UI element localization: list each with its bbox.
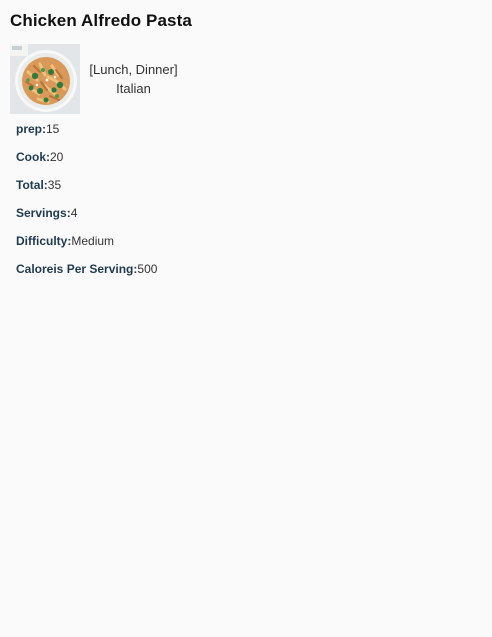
meal-type-text: [Lunch, Dinner] bbox=[89, 62, 178, 77]
stat-value: 35 bbox=[47, 178, 62, 192]
stat-label: Cook: bbox=[16, 150, 50, 164]
cuisine-text: Italian bbox=[116, 81, 151, 96]
stat-value: Medium bbox=[71, 234, 115, 248]
stat-value: 15 bbox=[46, 122, 60, 136]
recipe-header: [Lunch, Dinner] Italian bbox=[10, 44, 180, 114]
recipe-stats-list: prep:15 Cook:20 Total:35 Servings:4 Diff… bbox=[16, 121, 157, 289]
recipe-title: Chicken Alfredo Pasta bbox=[10, 11, 192, 30]
stat-servings: Servings:4 bbox=[16, 205, 157, 233]
stat-label: Servings: bbox=[16, 206, 71, 220]
recipe-meta: [Lunch, Dinner] Italian bbox=[87, 60, 180, 98]
stat-total: Total:35 bbox=[16, 177, 157, 205]
stat-value: 20 bbox=[50, 150, 64, 164]
stat-cook: Cook:20 bbox=[16, 149, 157, 177]
stat-label: prep: bbox=[16, 122, 46, 136]
stat-label: Caloreis Per Serving: bbox=[16, 262, 138, 276]
stat-calories: Caloreis Per Serving:500 bbox=[16, 261, 157, 289]
stat-label: Difficulty: bbox=[16, 234, 72, 248]
stat-value: 4 bbox=[70, 206, 78, 220]
stat-label: Total: bbox=[16, 178, 48, 192]
stat-difficulty: Difficulty:Medium bbox=[16, 233, 157, 261]
stat-value: 500 bbox=[137, 262, 158, 276]
stat-prep: prep:15 bbox=[16, 121, 157, 149]
recipe-image bbox=[10, 44, 80, 114]
pasta-dish-photo-icon bbox=[10, 44, 80, 114]
